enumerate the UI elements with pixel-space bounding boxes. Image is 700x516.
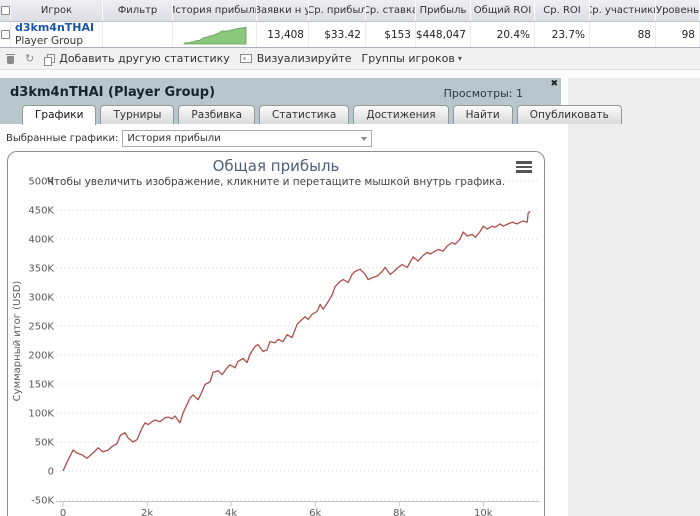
- tab-bar: Графики Турниры Разбивка Статистика Достижен…: [22, 105, 626, 125]
- tab-разбивка[interactable]: Разбивка: [178, 105, 256, 124]
- chart-title: Общая прибыль: [212, 157, 340, 175]
- player-groups-label: Группы игроков: [361, 52, 455, 65]
- delete-button[interactable]: [6, 53, 15, 64]
- column-header[interactable]: История прибыли: [173, 0, 257, 21]
- column-header[interactable]: Заявки н у: [257, 0, 309, 21]
- panel-header: d3km4nTHAI (Player Group) Просмотры: 1 ✖…: [0, 78, 622, 125]
- tab-турниры[interactable]: Турниры: [100, 105, 175, 124]
- column-header[interactable]: Ср. ставка: [366, 0, 416, 21]
- svg-text:2k: 2k: [141, 508, 153, 516]
- svg-text:450K: 450K: [28, 206, 54, 217]
- tab-статистика[interactable]: Статистика: [259, 105, 350, 124]
- player-cell: d3km4nTHAI ♞ Player Group: [11, 22, 103, 47]
- svg-text:250K: 250K: [28, 322, 54, 333]
- tab-достижения[interactable]: Достижения: [353, 105, 449, 124]
- add-stat-button[interactable]: Добавить другую статистику: [44, 52, 230, 66]
- add-stat-icon: [44, 53, 56, 66]
- refresh-icon: ↻: [25, 51, 35, 65]
- column-header[interactable]: Ср. прибыл: [309, 0, 366, 21]
- svg-text:0: 0: [48, 467, 54, 478]
- column-header[interactable]: Ср. участники: [590, 0, 656, 21]
- profit-sparkline: [182, 25, 246, 44]
- avg-stake-cell: $153: [366, 22, 416, 47]
- visualize-button[interactable]: Визуализируйте: [239, 52, 352, 65]
- filter-cell: [103, 22, 173, 47]
- profit-chart[interactable]: Общая прибыль Чтобы увеличить изображени…: [7, 151, 545, 516]
- profit-cell: $448,047: [416, 22, 471, 47]
- table-row[interactable]: d3km4nTHAI ♞ Player Group 13,408 $33.42 …: [0, 22, 700, 48]
- column-header[interactable]: Прибыль: [416, 0, 471, 21]
- trash-icon: [6, 53, 15, 64]
- chart-canvas: -50K 0 50K 100K 150K 200K 250K 300K 350K 400K 450K…: [12, 177, 540, 516]
- chart-menu-icon[interactable]: [516, 161, 532, 175]
- tab-найти[interactable]: Найти: [452, 105, 513, 124]
- row-checkbox[interactable]: [0, 30, 10, 39]
- spacer: [0, 70, 700, 78]
- svg-text:0: 0: [60, 508, 66, 516]
- selected-charts-label: Выбранные графики:: [6, 133, 119, 144]
- chart-select-row: Выбранные графики: История прибыли: [6, 130, 561, 147]
- svg-text:150K: 150K: [28, 380, 54, 391]
- refresh-button[interactable]: ↻: [25, 51, 35, 65]
- column-header[interactable]: Игрок: [11, 0, 103, 21]
- panel-title: d3km4nTHAI (Player Group): [10, 85, 216, 100]
- svg-text:50K: 50K: [35, 438, 55, 449]
- avg-roi-cell: 23.7%: [535, 22, 590, 47]
- image-icon: [239, 54, 252, 63]
- row-checkbox-cell: [0, 22, 11, 47]
- player-name-link[interactable]: d3km4nTHAI: [15, 22, 94, 34]
- svg-text:8k: 8k: [393, 508, 405, 516]
- tab-графики[interactable]: Графики: [22, 105, 97, 125]
- tab-опубликовать[interactable]: Опубликовать: [516, 105, 622, 124]
- svg-text:-50K: -50K: [31, 496, 54, 507]
- svg-text:300K: 300K: [28, 293, 54, 304]
- column-header[interactable]: Уровень: [656, 0, 700, 21]
- svg-text:6k: 6k: [309, 508, 321, 516]
- chevron-down-icon: ▾: [457, 54, 462, 63]
- visualize-label: Визуализируйте: [256, 52, 352, 65]
- svg-text:100K: 100K: [28, 409, 54, 420]
- player-type-label: Player Group: [15, 35, 83, 47]
- entries-cell: 13,408: [257, 22, 309, 47]
- total-roi-cell: 20.4%: [471, 22, 535, 47]
- chart-type-select[interactable]: История прибыли: [122, 130, 373, 147]
- column-header[interactable]: Фильтр: [103, 0, 173, 21]
- player-group-panel: d3km4nTHAI (Player Group) Просмотры: 1 ✖…: [0, 78, 622, 516]
- toolbar: ↻ Добавить другую статистику Визуализиру…: [0, 48, 700, 70]
- add-stat-label: Добавить другую статистику: [59, 52, 230, 65]
- column-header[interactable]: Ср. ROI: [535, 0, 590, 21]
- chart-type-select-value: История прибыли: [127, 133, 221, 144]
- column-header[interactable]: Общий ROI: [471, 0, 535, 21]
- svg-text:350K: 350K: [28, 264, 54, 275]
- player-groups-dropdown[interactable]: Группы игроков ▾: [362, 52, 462, 65]
- stats-table: Игрок Фильтр История прибыли Заявки н у Ср. …: [0, 0, 700, 48]
- close-icon[interactable]: ✖: [550, 79, 558, 89]
- select-chevron-icon: [361, 136, 368, 141]
- svg-text:4k: 4k: [225, 508, 237, 516]
- level-cell: 98: [656, 22, 700, 47]
- svg-text:10k: 10k: [474, 508, 493, 516]
- page-background: [561, 78, 700, 516]
- chart-subtitle: Чтобы увеличить изображение, кликните и …: [46, 176, 506, 188]
- svg-text:Суммарный итог (USD): Суммарный итог (USD): [12, 281, 23, 402]
- select-all-checkbox[interactable]: [0, 6, 10, 15]
- avg-profit-cell: $33.42: [309, 22, 366, 47]
- svg-text:400K: 400K: [28, 235, 54, 246]
- stats-table-header-row: Игрок Фильтр История прибыли Заявки н у Ср. …: [0, 0, 700, 22]
- views-counter: Просмотры: 1: [443, 87, 523, 100]
- avg-entrants-cell: 88: [590, 22, 656, 47]
- select-all-cell: [0, 0, 11, 21]
- svg-text:200K: 200K: [28, 351, 54, 362]
- profit-history-cell[interactable]: [173, 22, 257, 47]
